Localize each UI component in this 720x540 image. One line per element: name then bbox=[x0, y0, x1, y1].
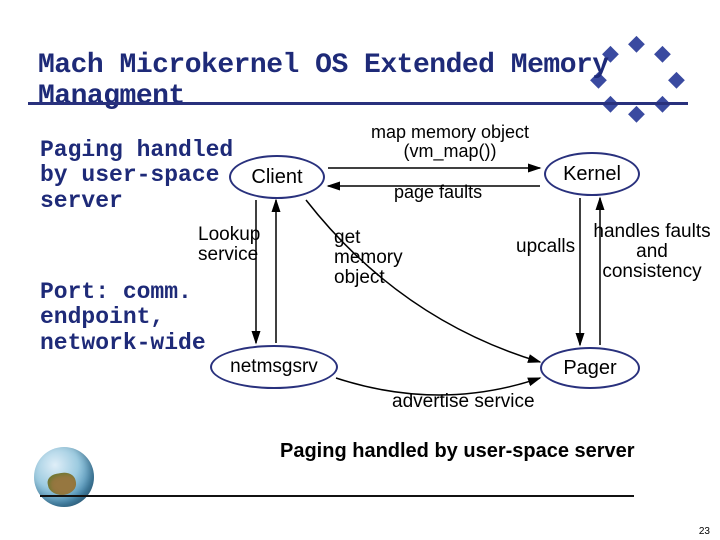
node-netmsgsrv: netmsgsrv bbox=[210, 345, 338, 389]
label-upcalls: upcalls bbox=[516, 237, 575, 257]
note-paging: Paging handled by user-space server bbox=[40, 138, 233, 214]
footer-text: Paging handled by user-space server bbox=[280, 440, 635, 463]
node-pager: Pager bbox=[540, 347, 640, 389]
note-port: Port: comm. endpoint, network-wide bbox=[40, 280, 206, 356]
label-get-memory: get memory object bbox=[334, 228, 424, 288]
label-map-memory: map memory object (vm_map()) bbox=[350, 123, 550, 161]
label-advertise: advertise service bbox=[392, 392, 535, 412]
label-handles: handles faults and consistency bbox=[592, 222, 712, 282]
node-kernel: Kernel bbox=[544, 152, 640, 196]
title-rule bbox=[28, 102, 688, 105]
page-number: 23 bbox=[699, 526, 710, 537]
node-client: Client bbox=[229, 155, 325, 199]
label-lookup: Lookup service bbox=[198, 225, 260, 265]
footer-rule bbox=[40, 495, 634, 497]
globe-icon bbox=[34, 447, 94, 507]
label-page-faults: page faults bbox=[394, 183, 482, 202]
